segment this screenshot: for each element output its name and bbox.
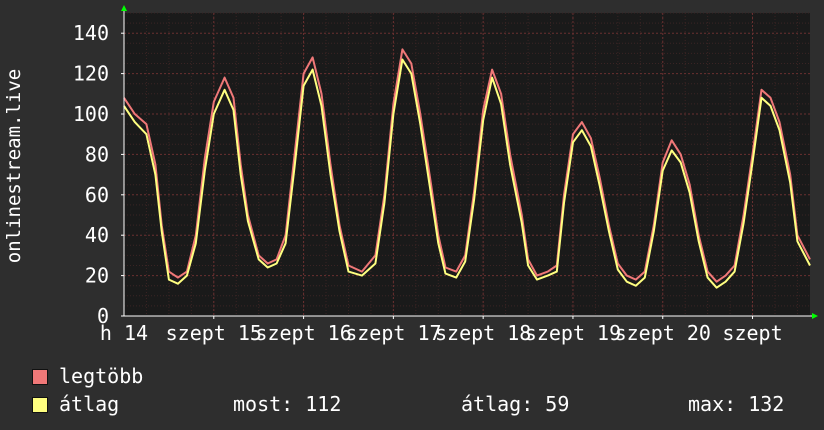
stat-max: max: 132 (688, 392, 785, 416)
legend-swatch-max (32, 369, 48, 385)
legend-swatch-avg (32, 397, 48, 413)
legend-label-max: legtöbb (59, 364, 144, 388)
stat-average: átlag: 59 (461, 392, 570, 416)
stat-now: most: 112 (233, 392, 342, 416)
legend-label-avg: átlag (59, 392, 120, 416)
legend: legtöbb átlag most: 112 átlag: 59 max: 1… (0, 0, 824, 430)
